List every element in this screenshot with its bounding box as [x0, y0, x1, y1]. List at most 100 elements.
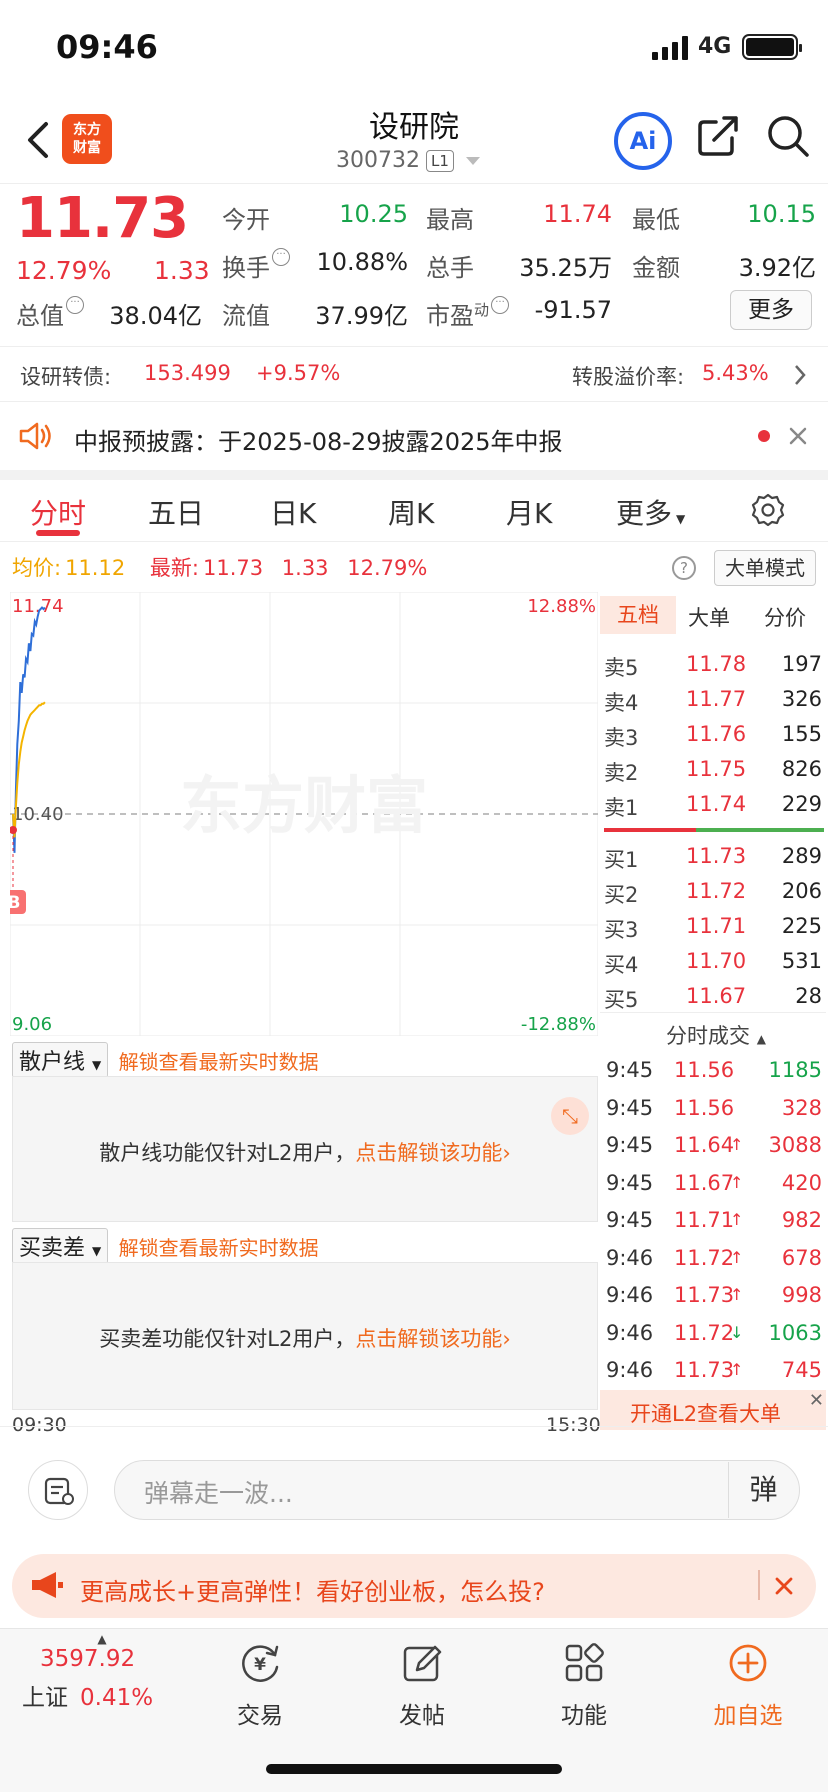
- tick-row: 9:46 11.72 ↓ 1063: [606, 1320, 822, 1345]
- intraday-chart[interactable]: 东方财富 11.74 12.88% 10.40 9.06 -12.88% B: [10, 592, 598, 1036]
- tab-more[interactable]: 更多 ▼: [616, 492, 685, 532]
- tab-monthly-k[interactable]: 月K: [506, 492, 552, 532]
- edit-icon: [403, 1645, 442, 1682]
- change-percent: 12.79%: [16, 256, 112, 285]
- tick-row: 9:45 11.56 1185: [606, 1058, 822, 1082]
- nav-post[interactable]: 发帖: [362, 1640, 482, 1730]
- danmaku-send-button[interactable]: 弹: [728, 1462, 798, 1518]
- ask-row: 卖5 11.78 197: [604, 652, 822, 680]
- bid-ratio-bar: [696, 828, 824, 832]
- clock: 09:46: [56, 28, 158, 66]
- cellular-signal-icon: [652, 36, 688, 60]
- premium-label: 转股溢价率:: [572, 365, 685, 389]
- close-icon[interactable]: ✕: [809, 1390, 824, 1411]
- tick-row: 9:46 11.73 ↑ 745: [606, 1358, 822, 1382]
- open-value: 10.25: [339, 200, 408, 228]
- danmaku-placeholder: 弹幕走一波...: [144, 1479, 293, 1508]
- unlock-link-1[interactable]: 解锁查看最新实时数据: [119, 1050, 319, 1074]
- bid-row: 买3 11.71 225: [604, 914, 822, 942]
- pct-min-label: -12.88%: [521, 1014, 596, 1035]
- pct-max-label: 12.88%: [527, 596, 596, 617]
- l2-promo[interactable]: 开通L2查看大单 ✕: [600, 1390, 826, 1430]
- nav-functions[interactable]: 功能: [524, 1640, 644, 1730]
- chevron-right-icon: [795, 365, 806, 385]
- tab-five-levels[interactable]: 五档: [600, 596, 676, 634]
- nav-trade[interactable]: ¥ 交易: [200, 1640, 320, 1730]
- market-cap-label[interactable]: 总值 ···: [16, 296, 84, 331]
- open-label: 今开: [222, 206, 270, 234]
- bid-row: 买5 11.67 28: [604, 984, 822, 1012]
- indicator-panel-1: 散户线功能仅针对L2用户，点击解锁该功能› ⤡: [12, 1076, 598, 1222]
- more-dots-icon: ···: [66, 296, 84, 314]
- search-icon[interactable]: [766, 114, 810, 158]
- index-value: 3597.92: [40, 1646, 136, 1672]
- amount-value: 3.92亿: [738, 254, 816, 282]
- market-cap-value: 38.04亿: [109, 302, 202, 330]
- share-icon[interactable]: [696, 114, 740, 158]
- ai-button[interactable]: Ai: [614, 112, 672, 170]
- ask-row: 卖1 11.74 229: [604, 792, 822, 820]
- active-tab-indicator: [36, 530, 80, 536]
- tab-five-day[interactable]: 五日: [148, 492, 204, 532]
- index-quote[interactable]: ▲ 3597.92 上证 0.41%: [22, 1632, 182, 1712]
- tab-big-orders[interactable]: 大单: [688, 602, 730, 632]
- settings-gear-icon[interactable]: [750, 492, 786, 528]
- home-indicator: [266, 1764, 562, 1774]
- battery-icon: [742, 34, 802, 60]
- tab-price-distribution[interactable]: 分价: [764, 602, 806, 632]
- help-icon[interactable]: ?: [672, 556, 696, 580]
- more-dots-icon: ···: [272, 248, 290, 266]
- tab-intraday[interactable]: 分时: [30, 492, 86, 532]
- turnover-label[interactable]: 换手 ···: [222, 248, 290, 283]
- close-icon[interactable]: [774, 1576, 794, 1596]
- danmaku-settings-icon[interactable]: [28, 1460, 88, 1520]
- indicator-header-2: 买卖差 ▼ 解锁查看最新实时数据: [12, 1228, 319, 1264]
- section-gap: [0, 470, 828, 480]
- prev-close-label: 10.40: [12, 804, 64, 825]
- ask-row: 卖4 11.77 326: [604, 687, 822, 715]
- yuan-cycle-icon: ¥: [242, 1645, 279, 1682]
- svg-text:¥: ¥: [254, 1655, 266, 1675]
- tab-daily-k[interactable]: 日K: [270, 492, 316, 532]
- cb-change: +9.57%: [256, 361, 341, 385]
- unlock-action-2[interactable]: 点击解锁该功能›: [355, 1327, 510, 1351]
- cb-label: 设研转债:: [20, 365, 112, 389]
- bid-row: 买1 11.73 289: [604, 844, 822, 872]
- ticks-header[interactable]: 分时成交 ▲: [666, 1020, 766, 1050]
- index-pct: 0.41%: [80, 1685, 154, 1711]
- float-cap-label: 流值: [222, 302, 270, 330]
- megaphone-icon: [32, 1572, 63, 1598]
- low-value: 10.15: [747, 200, 816, 228]
- tick-row: 9:45 11.64 ↑ 3088: [606, 1133, 822, 1157]
- pe-label[interactable]: 市盈动 ···: [426, 296, 510, 331]
- low-label: 最低: [632, 206, 680, 234]
- tick-row: 9:46 11.72 ↑ 678: [606, 1245, 822, 1270]
- x-start-label: 09:30: [12, 1414, 67, 1436]
- unlock-action-1[interactable]: 点击解锁该功能›: [355, 1141, 510, 1165]
- tick-row: 9:46 11.73 ↑ 998: [606, 1283, 822, 1307]
- disclosure-notice[interactable]: 中报预披露：于2025-08-29披露2025年中报: [0, 402, 828, 470]
- expand-icon[interactable]: ⤡: [551, 1097, 589, 1135]
- premium-value: 5.43%: [702, 361, 769, 385]
- close-icon[interactable]: [788, 426, 808, 446]
- indicator-select-1[interactable]: 散户线 ▼: [12, 1042, 109, 1078]
- nav-add-watchlist[interactable]: 加自选: [688, 1640, 808, 1730]
- speaker-icon: [19, 422, 51, 450]
- ask-row: 卖3 11.76 155: [604, 722, 822, 750]
- unlock-link-2[interactable]: 解锁查看最新实时数据: [119, 1236, 319, 1260]
- volume-label: 总手: [426, 254, 474, 282]
- banner-text: 更高成长+更高弹性！看好创业板，怎么投?: [80, 1578, 545, 1606]
- ask-ratio-bar: [604, 828, 696, 832]
- tick-row: 9:45 11.71 ↑ 982: [606, 1208, 822, 1232]
- big-order-mode-button[interactable]: 大单模式: [714, 550, 816, 586]
- indicator-select-2[interactable]: 买卖差 ▼: [12, 1228, 109, 1264]
- y-min-label: 9.06: [12, 1014, 52, 1035]
- svg-text:B: B: [10, 893, 20, 913]
- divider: [0, 183, 828, 184]
- stock-code-selector[interactable]: 300732 L1: [336, 148, 480, 173]
- grid-icon: [565, 1643, 604, 1682]
- convertible-bond-row[interactable]: 设研转债: 153.499 +9.57% 转股溢价率: 5.43%: [0, 346, 828, 402]
- more-quote-button[interactable]: 更多: [730, 290, 812, 330]
- bid-row: 买4 11.70 531: [604, 949, 822, 977]
- tab-weekly-k[interactable]: 周K: [388, 492, 434, 532]
